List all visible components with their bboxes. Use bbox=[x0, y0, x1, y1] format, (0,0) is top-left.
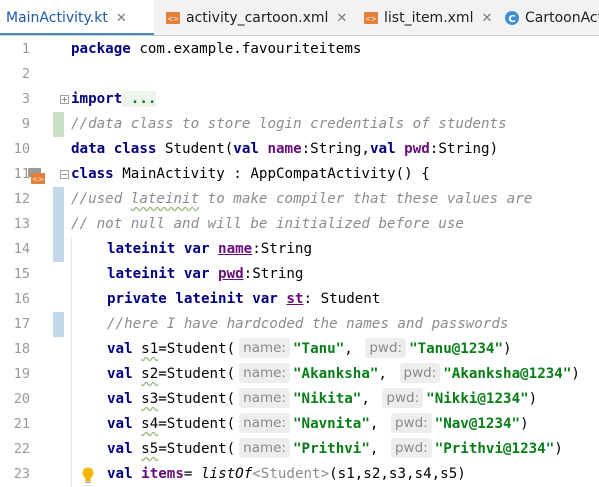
tab-activity-cartoon[interactable]: <> activity_cartoon.xml ✕ bbox=[160, 0, 358, 35]
code-text: val s1=Student(name: "Tanu", pwd: "Tanu@12… bbox=[107, 338, 512, 358]
param-hint: name: bbox=[239, 413, 290, 433]
xml-file-icon: <> bbox=[166, 12, 180, 24]
line-number: 11 bbox=[13, 166, 30, 182]
line-number: 20 bbox=[13, 391, 30, 407]
code-text: data class Student(val name:String,val p… bbox=[71, 141, 499, 157]
code-text: class MainActivity : AppCompatActivity()… bbox=[71, 166, 430, 182]
kotlin-class-icon: C bbox=[505, 11, 519, 25]
code-text: package com.example.favouriteitems bbox=[71, 41, 362, 57]
tab-main-activity[interactable]: MainActivity.kt ✕ bbox=[0, 0, 154, 35]
code-text: lateinit var pwd:String bbox=[107, 266, 304, 282]
param-hint: name: bbox=[239, 438, 290, 458]
line-number: 15 bbox=[13, 266, 30, 282]
code-text: val s3=Student(name: "Nikita", pwd: "Nikki… bbox=[107, 388, 538, 408]
line-number: 22 bbox=[13, 441, 30, 457]
code-line: 3 import ... bbox=[0, 87, 599, 112]
param-hint: pwd: bbox=[390, 438, 432, 458]
code-text: private lateinit var st: Student bbox=[107, 291, 381, 307]
tab-cartoon-activity[interactable]: C CartoonAct bbox=[500, 0, 599, 35]
close-icon[interactable]: ✕ bbox=[116, 11, 127, 26]
line-number: 10 bbox=[13, 141, 30, 157]
param-hint: pwd: bbox=[390, 413, 432, 433]
code-line: 12 //used lateinit to make compiler that… bbox=[0, 187, 599, 212]
code-line: 11 class MainActivity : AppCompatActivit… bbox=[0, 162, 599, 187]
line-number: 12 bbox=[13, 191, 30, 207]
svg-text:<>: <> bbox=[167, 15, 179, 23]
code-line: 20 val s3=Student(name: "Nikita", pwd: "Ni… bbox=[0, 387, 599, 412]
code-text: import ... bbox=[71, 91, 157, 107]
code-line: 15 lateinit var pwd:String bbox=[0, 262, 599, 287]
tab-list-item[interactable]: <> list_item.xml ✕ bbox=[358, 0, 498, 35]
line-number: 19 bbox=[13, 366, 30, 382]
tab-label: MainActivity.kt bbox=[6, 10, 108, 26]
xml-file-icon: <> bbox=[364, 12, 378, 24]
code-line: 9 //data class to store login credential… bbox=[0, 112, 599, 137]
line-number: 14 bbox=[13, 241, 30, 257]
svg-text:C: C bbox=[508, 14, 515, 25]
line-number: 21 bbox=[13, 416, 30, 432]
line-number: 1 bbox=[21, 41, 30, 57]
code-comment: //data class to store login credentials … bbox=[71, 116, 507, 132]
code-line: 2 bbox=[0, 62, 599, 87]
line-number: 3 bbox=[21, 91, 30, 107]
code-comment: //here I have hardcoded the names and pa… bbox=[107, 316, 509, 332]
close-icon[interactable]: ✕ bbox=[481, 11, 492, 26]
code-line: 10 data class Student(val name:String,va… bbox=[0, 137, 599, 162]
code-line: 23 val items= listOf<Student>(s1,s2,s3,s… bbox=[0, 462, 599, 487]
editor-tab-bar: MainActivity.kt ✕ <> activity_cartoon.xm… bbox=[0, 0, 599, 36]
code-line: 13 // not null and will be initialized b… bbox=[0, 212, 599, 237]
line-number: 2 bbox=[21, 66, 30, 82]
close-icon[interactable]: ✕ bbox=[336, 11, 347, 26]
param-hint: name: bbox=[239, 338, 290, 358]
tab-label: activity_cartoon.xml bbox=[186, 10, 329, 26]
code-line: 18 val s1=Student(name: "Tanu", pwd: "Tanu… bbox=[0, 337, 599, 362]
code-line: 19 val s2=Student(name: "Akanksha", pwd: "… bbox=[0, 362, 599, 387]
line-number: 23 bbox=[13, 466, 30, 482]
line-number: 13 bbox=[13, 216, 30, 232]
code-line: 17 //here I have hardcoded the names and… bbox=[0, 312, 599, 337]
param-hint: pwd: bbox=[365, 338, 407, 358]
line-number: 9 bbox=[21, 116, 30, 132]
code-comment: //used lateinit to make compiler that th… bbox=[71, 191, 533, 207]
code-comment: // not null and will be initialized befo… bbox=[71, 216, 464, 232]
code-editor[interactable]: <> 1 package com.example.favouriteitems … bbox=[0, 37, 599, 487]
code-line: 16 private lateinit var st: Student bbox=[0, 287, 599, 312]
code-line: 1 package com.example.favouriteitems bbox=[0, 37, 599, 62]
code-text: val s2=Student(name: "Akanksha", pwd: "Aka… bbox=[107, 363, 580, 383]
code-text: val items= listOf<Student>(s1,s2,s3,s4,s… bbox=[107, 466, 466, 482]
line-number: 17 bbox=[13, 316, 30, 332]
code-text: val s4=Student(name: "Navnita", pwd: "Nav@… bbox=[107, 413, 529, 433]
line-number: 16 bbox=[13, 291, 30, 307]
param-hint: pwd: bbox=[399, 363, 441, 383]
param-hint: name: bbox=[239, 363, 290, 383]
line-number: 18 bbox=[13, 341, 30, 357]
param-hint: pwd: bbox=[382, 388, 424, 408]
tab-label: CartoonAct bbox=[525, 10, 599, 26]
code-line: 22 val s5=Student(name: "Prithvi", pwd: "P… bbox=[0, 437, 599, 462]
tab-label: list_item.xml bbox=[384, 10, 474, 26]
code-text: val s5=Student(name: "Prithvi", pwd: "Prit… bbox=[107, 438, 563, 458]
code-line: 21 val s4=Student(name: "Navnita", pwd: "N… bbox=[0, 412, 599, 437]
code-line: 14 lateinit var name:String bbox=[0, 237, 599, 262]
svg-text:<>: <> bbox=[365, 15, 377, 23]
code-text: lateinit var name:String bbox=[107, 241, 313, 257]
param-hint: name: bbox=[239, 388, 290, 408]
